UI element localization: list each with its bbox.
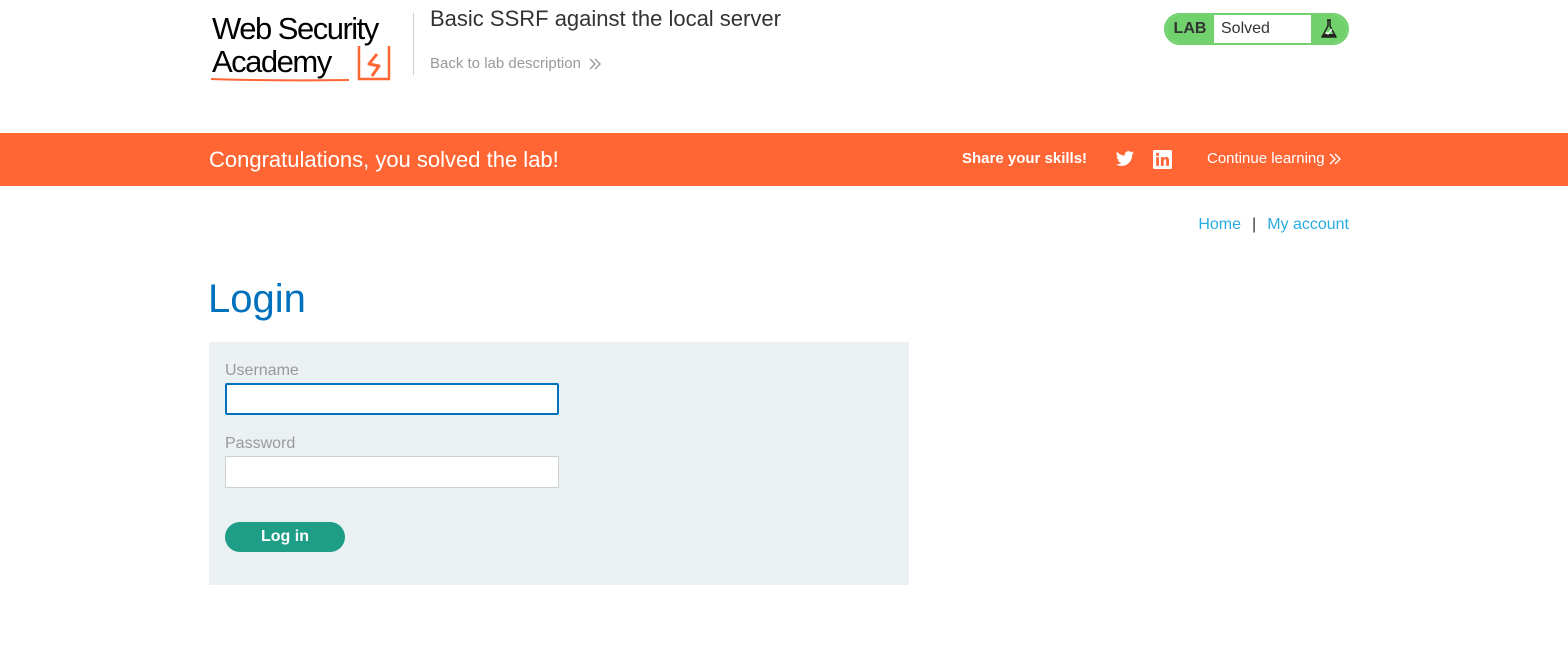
double-chevron-right-icon: [1329, 153, 1341, 164]
password-label: Password: [225, 435, 296, 452]
lab-badge: LAB: [1166, 15, 1214, 43]
share-skills-label: Share your skills!: [962, 150, 1088, 167]
login-form: Username Password Log in: [209, 342, 909, 585]
linkedin-icon[interactable]: [1153, 150, 1172, 169]
continue-learning-link[interactable]: Continue learning: [1207, 150, 1341, 167]
header: Web Security Academy Basic SSRF against …: [0, 0, 1568, 133]
lab-status-widget: LAB Solved: [1164, 13, 1349, 45]
my-account-link[interactable]: My account: [1267, 216, 1349, 234]
continue-learning-label: Continue learning: [1207, 150, 1325, 167]
lab-status-text: Solved: [1221, 20, 1270, 37]
password-input[interactable]: [225, 456, 559, 488]
log-in-button[interactable]: Log in: [225, 522, 345, 552]
header-divider: [413, 13, 414, 75]
twitter-icon[interactable]: [1115, 149, 1135, 169]
home-link[interactable]: Home: [1198, 216, 1241, 234]
web-security-academy-logo[interactable]: Web Security Academy: [209, 10, 413, 84]
double-chevron-right-icon: [589, 58, 601, 69]
congratulations-message: Congratulations, you solved the lab!: [209, 147, 559, 172]
flask-check-icon: [1311, 15, 1347, 43]
back-to-lab-description-link[interactable]: Back to lab description: [430, 55, 601, 72]
lab-title: Basic SSRF against the local server: [430, 6, 781, 31]
username-input[interactable]: [225, 383, 559, 415]
top-navigation: Home | My account: [1198, 216, 1349, 234]
solved-banner: Congratulations, you solved the lab! Sha…: [0, 133, 1568, 186]
back-link-label: Back to lab description: [430, 55, 581, 72]
page-title: Login: [208, 277, 306, 321]
nav-separator: |: [1252, 216, 1257, 233]
username-label: Username: [225, 362, 299, 379]
logo-mark-icon: [210, 46, 391, 82]
